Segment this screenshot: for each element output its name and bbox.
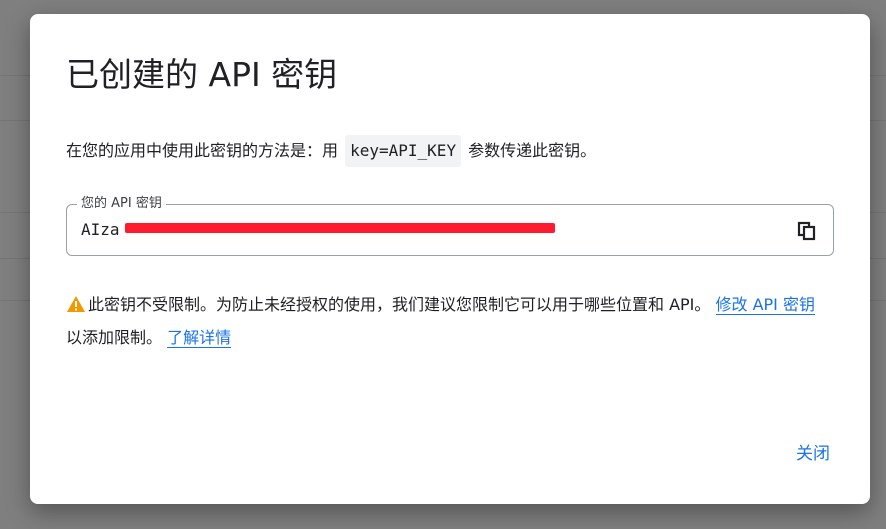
warning-icon xyxy=(67,296,85,312)
api-key-field[interactable]: 您的 API 密钥 AIza xyxy=(66,195,834,256)
api-key-value[interactable]: AIza xyxy=(81,219,120,241)
dialog-title: 已创建的 API 密钥 xyxy=(66,55,338,94)
copy-button[interactable] xyxy=(793,217,821,245)
api-key-field-label: 您的 API 密钥 xyxy=(77,195,166,213)
usage-suffix-text: 参数传递此密钥。 xyxy=(468,141,597,160)
unrestricted-key-warning: 此密钥不受限制。为防止未经授权的使用，我们建议您限制它可以用于哪些位置和 API… xyxy=(66,288,826,354)
warning-middle-text: 以添加限制。 xyxy=(66,328,163,347)
learn-more-link[interactable]: 了解详情 xyxy=(167,328,232,348)
usage-code-snippet: key=API_KEY xyxy=(345,135,462,167)
close-button[interactable]: 关闭 xyxy=(796,440,830,468)
edit-api-key-link[interactable]: 修改 API 密钥 xyxy=(715,295,815,315)
warning-text: 此密钥不受限制。为防止未经授权的使用，我们建议您限制它可以用于哪些位置和 API… xyxy=(88,295,711,314)
usage-prefix-text: 在您的应用中使用此密钥的方法是：用 xyxy=(66,141,339,160)
api-key-created-dialog: 已创建的 API 密钥 在您的应用中使用此密钥的方法是：用 key=API_KE… xyxy=(30,14,870,504)
usage-instructions: 在您的应用中使用此密钥的方法是：用 key=API_KEY 参数传递此密钥。 xyxy=(66,135,596,167)
redaction-mark xyxy=(125,223,555,233)
copy-icon xyxy=(797,221,816,241)
